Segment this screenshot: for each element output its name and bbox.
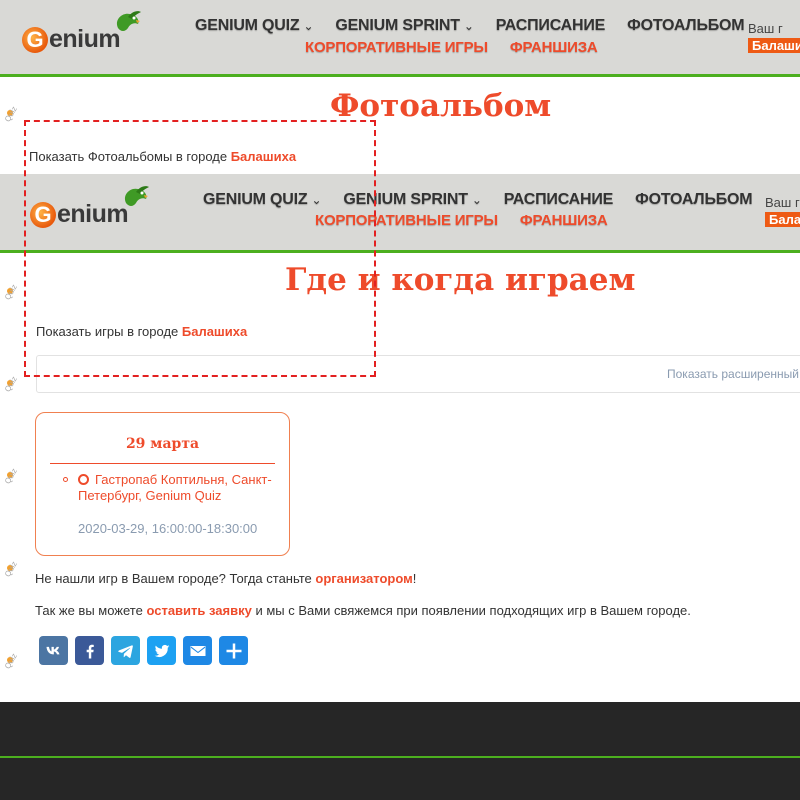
page-title-photo-album: Фотоальбом	[330, 88, 552, 124]
organizer-link[interactable]: организатором	[315, 571, 412, 586]
footer-divider	[0, 756, 800, 758]
main-nav: GENIUM QUIZ ⌄ GENIUM SPRINT ⌄ РАСПИСАНИЕ Ф…	[203, 191, 774, 209]
city-selector: Ваш г Балаш	[765, 195, 800, 227]
secondary-nav: КОРПОРАТИВНЫЕ ИГРЫ ФРАНШИЗА	[315, 212, 630, 229]
site-footer	[0, 702, 800, 800]
logo-letter: G	[22, 26, 48, 53]
logo-letter: G	[30, 201, 56, 228]
chevron-down-icon: ⌄	[311, 193, 322, 207]
vk-share-button[interactable]	[39, 636, 68, 665]
bullet-icon	[63, 477, 68, 482]
share-buttons	[39, 636, 255, 665]
city-button[interactable]: Балаш	[765, 212, 800, 227]
city-label: Ваш г	[748, 21, 783, 36]
divider	[50, 463, 275, 464]
show-albums-line: Показать Фотоальбомы в городе Балашиха	[29, 149, 297, 164]
page-title-schedule: Где и когда играем	[285, 262, 636, 298]
nav-schedule[interactable]: РАСПИСАНИЕ	[496, 17, 606, 35]
nav-franchise[interactable]: ФРАНШИЗА	[520, 212, 608, 229]
city-label: Ваш г	[765, 195, 800, 210]
city-link[interactable]: Балашиха	[231, 149, 296, 164]
vk-icon	[46, 646, 59, 654]
nav-genium-quiz[interactable]: GENIUM QUIZ ⌄	[203, 191, 322, 209]
twitter-share-button[interactable]	[147, 636, 176, 665]
nav-genium-sprint[interactable]: GENIUM SPRINT ⌄	[343, 191, 482, 209]
chevron-down-icon: ⌄	[471, 193, 482, 207]
city-link[interactable]: Балашиха	[182, 324, 247, 339]
nav-genium-quiz[interactable]: GENIUM QUIZ ⌄	[195, 17, 314, 35]
leave-request-line: Так же вы можете оставить заявку и мы с …	[35, 603, 691, 618]
main-nav: GENIUM QUIZ ⌄ GENIUM SPRINT ⌄ РАСПИСАНИЕ Ф…	[195, 17, 766, 35]
nav-corporate-games[interactable]: КОРПОРАТИВНЫЕ ИГРЫ	[315, 212, 498, 229]
genium-logo[interactable]: G enium	[22, 11, 141, 54]
no-games-line: Не нашли игр в Вашем городе? Тогда стань…	[35, 571, 417, 586]
site-header: G enium GENIUM QUIZ ⌄ GENIUM SPRINT ⌄ РАСП…	[0, 0, 800, 77]
facebook-share-button[interactable]	[75, 636, 104, 665]
nav-genium-sprint[interactable]: GENIUM SPRINT ⌄	[335, 17, 474, 35]
telegram-icon	[117, 644, 133, 658]
genium-logo[interactable]: G enium	[30, 186, 149, 229]
game-venue-link[interactable]: Гастропаб Коптильня, Санкт-Петербург, Ge…	[78, 472, 278, 504]
site-header: G enium GENIUM QUIZ ⌄ GENIUM SPRINT ⌄ РАСП…	[0, 174, 800, 253]
game-date: 29 марта	[125, 436, 200, 452]
game-time: 2020-03-29, 16:00:00-18:30:00	[78, 521, 258, 536]
game-card: 29 марта Гастропаб Коптильня, Санкт-Пете…	[35, 412, 290, 556]
more-share-button[interactable]	[219, 636, 248, 665]
email-icon	[190, 645, 205, 656]
circle-icon	[78, 474, 89, 485]
advanced-filter-toggle[interactable]: Показать расширенный	[667, 367, 799, 381]
secondary-nav: КОРПОРАТИВНЫЕ ИГРЫ ФРАНШИЗА	[305, 39, 620, 56]
twitter-icon	[154, 644, 169, 657]
show-games-line: Показать игры в городе Балашиха	[36, 324, 248, 339]
chevron-down-icon: ⌄	[463, 19, 474, 33]
nav-photo-album[interactable]: ФОТОАЛЬБОМ	[627, 17, 744, 35]
parrot-icon	[124, 186, 149, 206]
facebook-icon	[86, 644, 94, 658]
nav-corporate-games[interactable]: КОРПОРАТИВНЫЕ ИГРЫ	[305, 39, 488, 56]
leave-request-link[interactable]: оставить заявку	[146, 603, 251, 618]
nav-schedule[interactable]: РАСПИСАНИЕ	[504, 191, 614, 209]
nav-franchise[interactable]: ФРАНШИЗА	[510, 39, 598, 56]
logo-word: enium	[49, 25, 121, 53]
city-button[interactable]: Балашиха	[748, 38, 800, 53]
share-plus-icon	[226, 643, 241, 658]
telegram-share-button[interactable]	[111, 636, 140, 665]
parrot-icon	[116, 11, 141, 31]
logo-word: enium	[57, 200, 129, 228]
nav-photo-album[interactable]: ФОТОАЛЬБОМ	[635, 191, 752, 209]
email-share-button[interactable]	[183, 636, 212, 665]
chevron-down-icon: ⌄	[303, 19, 314, 33]
advanced-filter-bar[interactable]: Показать расширенный	[36, 355, 800, 393]
city-selector: Ваш г Балашиха	[748, 21, 800, 53]
